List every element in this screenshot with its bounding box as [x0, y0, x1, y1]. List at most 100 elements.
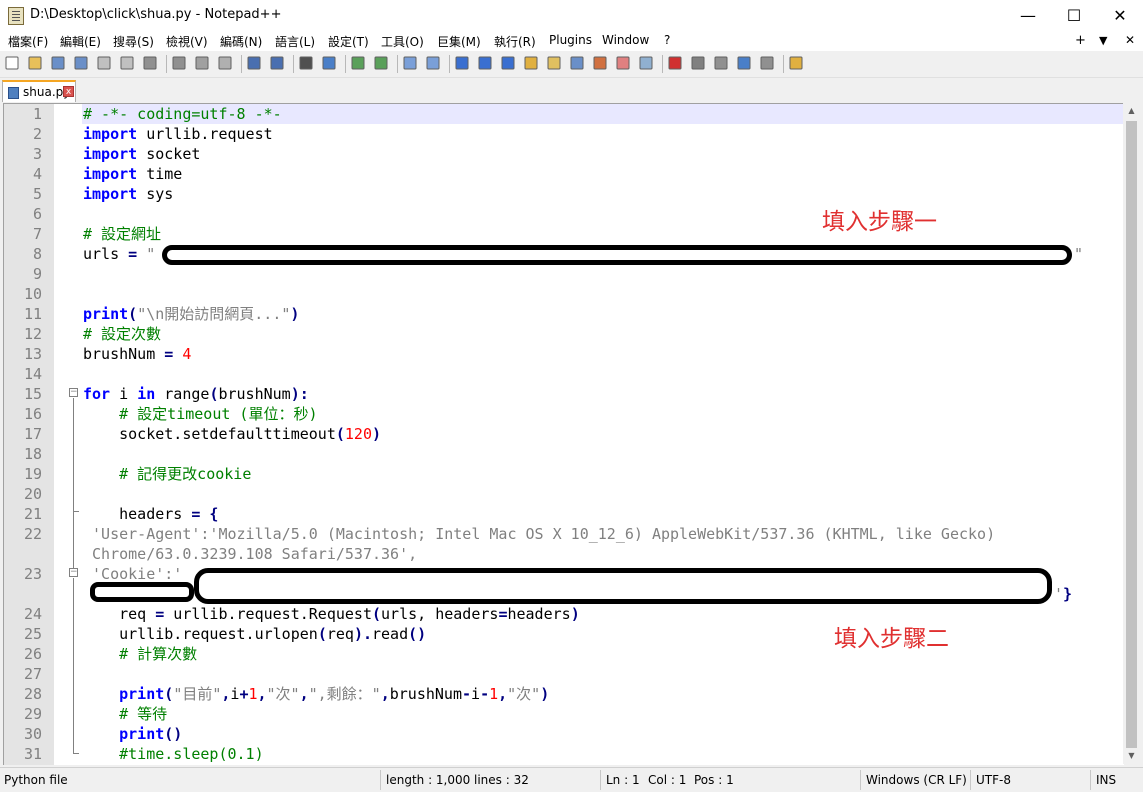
menu-edit[interactable]: 編輯(E) — [60, 33, 101, 50]
line-number: 22 — [23, 525, 42, 543]
zoom-in-icon[interactable] — [350, 55, 366, 71]
notepad-plus-plus-app-icon — [8, 7, 24, 25]
status-divider — [860, 770, 861, 790]
status-lines: lines : 32 — [474, 773, 529, 787]
code-line-2: import urllib.request — [83, 125, 273, 143]
status-line-number: Ln : 1 — [606, 773, 640, 787]
menu-settings[interactable]: 設定(T) — [328, 33, 369, 50]
save-all-icon[interactable] — [73, 55, 89, 71]
line-number — [4, 584, 42, 604]
menu-help[interactable]: ? — [664, 33, 670, 47]
status-insert-mode: INS — [1096, 773, 1117, 787]
save-macro-icon[interactable] — [759, 55, 775, 71]
menu-bar: 檔案(F) 編輯(E) 搜尋(S) 檢視(V) 編碼(N) 語言(L) 設定(T… — [0, 31, 1143, 51]
line-number: 2 — [32, 125, 42, 143]
new-tab-plus-button[interactable]: + — [1075, 33, 1086, 48]
scrollbar-thumb[interactable] — [1126, 121, 1137, 748]
line-number: 17 — [23, 425, 42, 443]
line-number: 3 — [32, 145, 42, 163]
redo-icon[interactable] — [269, 55, 285, 71]
code-editor[interactable]: 1 2 3 4 5 6 7 8 9 10 11 12 13 14 15 16 17 18 19 20 21 22 23 24 2… — [3, 103, 1124, 765]
menu-window[interactable]: Window — [602, 33, 649, 47]
line-number: 26 — [23, 645, 42, 663]
folder-workspace-icon[interactable] — [592, 55, 608, 71]
scroll-down-icon[interactable]: ▼ — [1123, 748, 1140, 764]
redacted-cookie-box-small — [90, 582, 194, 602]
menu-language[interactable]: 語言(L) — [275, 33, 315, 50]
doc-map-icon[interactable] — [546, 55, 562, 71]
line-number: 27 — [23, 665, 42, 683]
close-window-button[interactable]: ✕ — [1097, 0, 1143, 31]
stop-record-icon[interactable] — [690, 55, 706, 71]
print-icon[interactable] — [142, 55, 158, 71]
toolbar-separator — [293, 55, 294, 73]
cut-icon[interactable] — [171, 55, 187, 71]
find-icon[interactable] — [298, 55, 314, 71]
monitoring-icon[interactable] — [638, 55, 654, 71]
line-number: 9 — [32, 265, 42, 283]
doc-switcher-icon[interactable] — [615, 55, 631, 71]
menu-view[interactable]: 檢視(V) — [166, 33, 208, 50]
fold-minus-icon[interactable]: − — [69, 388, 78, 397]
menu-file[interactable]: 檔案(F) — [8, 33, 48, 50]
close-document-button[interactable]: ✕ — [1125, 33, 1135, 47]
menu-plugins[interactable]: Plugins — [549, 33, 592, 47]
minimize-button[interactable]: — — [1005, 0, 1051, 31]
open-file-icon[interactable] — [27, 55, 43, 71]
run-macro-multiple-icon[interactable] — [736, 55, 752, 71]
new-file-icon[interactable] — [4, 55, 20, 71]
menu-run[interactable]: 執行(R) — [494, 33, 536, 50]
tab-close-icon[interactable]: x — [63, 86, 74, 97]
line-number: 6 — [32, 205, 42, 223]
sync-horizontal-icon[interactable] — [425, 55, 441, 71]
undo-icon[interactable] — [246, 55, 262, 71]
tab-shua-py[interactable]: shua.py x — [2, 80, 76, 102]
status-divider — [970, 770, 971, 790]
word-wrap-icon[interactable] — [454, 55, 470, 71]
code-line-8: urls = " — [83, 245, 156, 263]
show-all-chars-icon[interactable] — [477, 55, 493, 71]
code-line-11: print("\n開始訪問網頁...") — [83, 305, 300, 323]
paste-icon[interactable] — [217, 55, 233, 71]
menu-search[interactable]: 搜尋(S) — [113, 33, 154, 50]
save-icon[interactable] — [50, 55, 66, 71]
code-line-5: import sys — [83, 185, 174, 203]
fold-minus-icon[interactable]: − — [69, 568, 78, 577]
close-all-icon[interactable] — [119, 55, 135, 71]
line-number — [4, 544, 42, 564]
line-number: 7 — [32, 225, 42, 243]
line-number: 31 — [23, 745, 42, 763]
code-line-28: print("目前",i+1,"次",",剩餘：",brushNum-i-1,"… — [83, 685, 550, 703]
menu-tools[interactable]: 工具(O) — [381, 33, 424, 50]
tab-list-dropdown-button[interactable]: ▼ — [1099, 34, 1107, 47]
close-icon[interactable] — [96, 55, 112, 71]
code-line-26: # 計算次數 — [83, 645, 198, 663]
maximize-button[interactable]: ☐ — [1051, 0, 1097, 31]
line-number: 30 — [23, 725, 42, 743]
replace-icon[interactable] — [321, 55, 337, 71]
code-line-21: headers = { — [83, 505, 219, 523]
tab-bar: shua.py x — [0, 78, 1143, 102]
line-number: 1 — [32, 105, 42, 123]
vertical-scrollbar[interactable]: ▲ ▼ — [1123, 103, 1140, 764]
line-number: 21 — [23, 505, 42, 523]
user-defined-lang-icon[interactable] — [523, 55, 539, 71]
menu-macro[interactable]: 巨集(M) — [437, 33, 481, 50]
menu-encoding[interactable]: 編碼(N) — [220, 33, 262, 50]
launch-icon[interactable] — [788, 55, 804, 71]
line-number: 13 — [23, 345, 42, 363]
sync-vertical-icon[interactable] — [402, 55, 418, 71]
code-line-23a: 'Cookie':' — [83, 565, 183, 583]
indent-guide-icon[interactable] — [500, 55, 516, 71]
line-number: 8 — [32, 245, 42, 263]
scroll-up-icon[interactable]: ▲ — [1123, 103, 1140, 119]
toolbar-separator — [241, 55, 242, 73]
record-macro-icon[interactable] — [667, 55, 683, 71]
line-number: 16 — [23, 405, 42, 423]
function-list-icon[interactable] — [569, 55, 585, 71]
line-number: 12 — [23, 325, 42, 343]
copy-icon[interactable] — [194, 55, 210, 71]
play-macro-icon[interactable] — [713, 55, 729, 71]
line-number: 29 — [23, 705, 42, 723]
zoom-out-icon[interactable] — [373, 55, 389, 71]
